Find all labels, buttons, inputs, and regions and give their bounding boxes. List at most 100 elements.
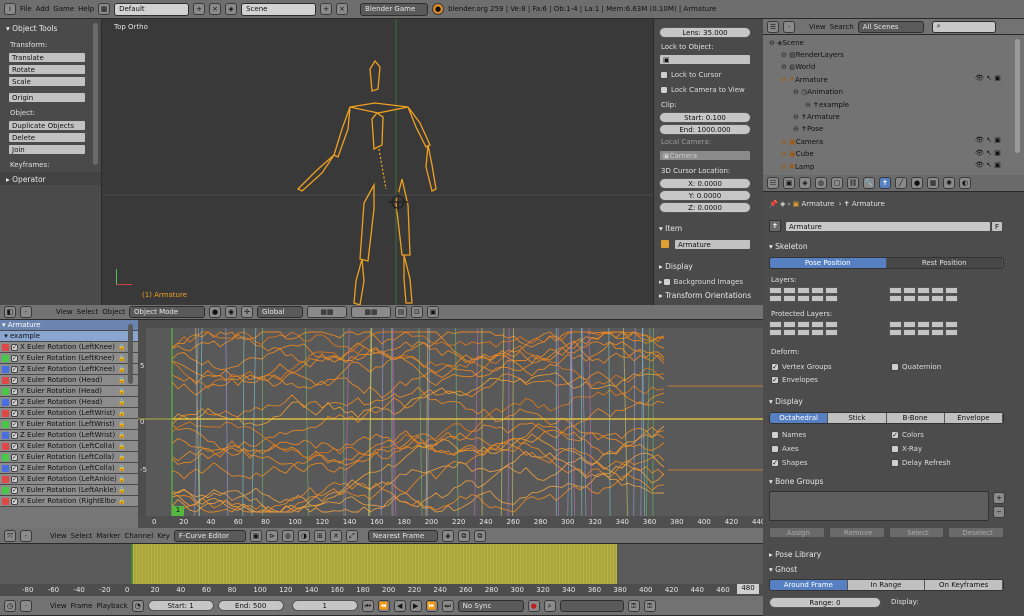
channel-lock-icon[interactable]: 🔒 [118, 366, 125, 373]
channel-visibility-checkbox[interactable]: ✓ [11, 497, 18, 505]
bbone-button[interactable]: B-Bone [886, 413, 945, 423]
scene-tab-icon[interactable]: ◈ [799, 177, 811, 189]
names-checkbox[interactable] [771, 430, 779, 439]
channel-row[interactable]: ✓ Z Euler Rotation (LeftWrist) 🔒 [0, 430, 138, 441]
remove-scene-icon[interactable]: × [336, 3, 349, 15]
transform-orientations-title[interactable]: ▸ Transform Orientations [659, 291, 751, 300]
outliner-item[interactable]: ⊖ ▤ RenderLayers [781, 49, 844, 60]
timeline-area[interactable]: -80 -60 -40 -20 0 20 40 60 80 100 120 140 160 180 200 2… [0, 544, 763, 596]
channel-row[interactable]: ✓ X Euler Rotation (LeftKnee) 🔒 [0, 342, 138, 353]
fake-user-button[interactable]: F [991, 221, 1003, 232]
ghost-icon[interactable]: ◍ [281, 529, 294, 542]
display-panel-title[interactable]: ▾ Display [769, 397, 803, 406]
item-name-field[interactable]: Armature [674, 239, 751, 250]
menu-file[interactable]: File [20, 5, 32, 13]
outliner-item[interactable]: ⊖ ◈ Scene [769, 37, 804, 48]
outliner-editor-icon[interactable]: ☰ [767, 20, 779, 33]
timeline-ruler[interactable]: -80 -60 -40 -20 0 20 40 60 80 100 120 140 160 180 200 2… [0, 584, 763, 596]
channel-lock-icon[interactable]: 🔒 [118, 487, 125, 494]
graph-curve-area[interactable]: 5 0 -5 1 0 20 40 60 80 100 120 140 160 180 200 220 2… [138, 320, 763, 528]
channel-row[interactable]: ✓ X Euler Rotation (LeftAnkle) 🔒 [0, 474, 138, 485]
menu-view[interactable]: View [56, 308, 73, 316]
duplicate-objects-button[interactable]: Duplicate Objects [8, 120, 86, 131]
pivot-select[interactable]: Nearest Frame [367, 529, 438, 542]
channel-lock-icon[interactable]: 🔒 [118, 377, 125, 384]
scale-button[interactable]: Scale [8, 76, 86, 87]
channel-row[interactable]: ✓ Z Euler Rotation (LeftKnee) 🔒 [0, 364, 138, 375]
channel-lock-icon[interactable]: 🔒 [118, 443, 125, 450]
layers-grid-left[interactable] [769, 287, 838, 302]
outliner-menu-view[interactable]: View [809, 23, 826, 31]
play-reverse-icon[interactable]: ◀ [393, 599, 406, 612]
around-frame-button[interactable]: Around Frame [770, 580, 848, 590]
delete-button[interactable]: Delete [8, 132, 86, 143]
restrict-icons[interactable]: 👁 ↖ ▣ [975, 136, 1001, 144]
remove-screen-icon[interactable]: × [209, 3, 222, 15]
vertex-groups-check[interactable]: ✓ Vertex Groups [771, 361, 832, 372]
lock-to-cursor-checkbox[interactable] [660, 70, 668, 79]
delay-refresh-check[interactable]: Delay Refresh [891, 457, 951, 468]
outliner-menu-search[interactable]: Search [830, 23, 854, 31]
channel-visibility-checkbox[interactable]: ✓ [11, 453, 18, 461]
handle-icon[interactable]: ⤢ [345, 529, 358, 542]
channel-visibility-checkbox[interactable]: ✓ [11, 398, 18, 406]
header-dot-icon[interactable]: · [20, 306, 32, 318]
clip-start-field[interactable]: Start: 0.100 [659, 112, 751, 123]
outliner-item[interactable]: ⊖ ✝ example [805, 99, 849, 110]
insert-key-icon[interactable]: ⚿ [627, 599, 640, 612]
cursor-y-field[interactable]: Y: 0.0000 [659, 190, 751, 201]
channel-visibility-checkbox[interactable]: ✓ [11, 475, 18, 483]
cursor-z-field[interactable]: Z: 0.0000 [659, 202, 751, 213]
screen-layout-icon[interactable]: ▦ [98, 3, 111, 15]
next-key-icon[interactable]: ⏩ [425, 599, 438, 612]
channel-visibility-checkbox[interactable]: ✓ [11, 387, 18, 395]
channel-row[interactable]: ✓ X Euler Rotation (LeftColla) 🔒 [0, 441, 138, 452]
texture-tab-icon[interactable]: ▦ [927, 177, 939, 189]
pin-icon[interactable]: 📌 [769, 200, 778, 208]
graph-mode-select[interactable]: F-Curve Editor [173, 529, 246, 542]
shapes-check[interactable]: ✓ Shapes [771, 457, 808, 468]
lock-object-field[interactable]: ▣ [659, 54, 751, 65]
channel-visibility-checkbox[interactable]: ✓ [11, 376, 18, 384]
jump-start-icon[interactable]: ⏮ [361, 599, 374, 612]
add-screen-icon[interactable]: + [193, 3, 206, 15]
channel-visibility-checkbox[interactable]: ✓ [11, 343, 18, 351]
channel-row[interactable]: ✓ Y Euler Rotation (LeftKnee) 🔒 [0, 353, 138, 364]
pose-position-button[interactable]: Pose Position [770, 258, 887, 268]
names-check[interactable]: Names [771, 429, 806, 440]
preview-range-icon[interactable]: ◔ [131, 599, 144, 612]
on-keyframes-button[interactable]: On Keyframes [925, 580, 1003, 590]
timeline-editor-type-icon[interactable]: ◷ [4, 599, 16, 612]
channel-lock-icon[interactable]: 🔒 [118, 355, 125, 362]
end-frame-field[interactable]: End: 500 [217, 600, 284, 611]
outliner-item[interactable]: ⊖ ◷ Animation [793, 87, 843, 98]
channel-armature[interactable]: ▾ Armature [0, 320, 138, 331]
channel-row[interactable]: ✓ Y Euler Rotation (Head) 🔒 [0, 386, 138, 397]
render-icon[interactable]: ▣ [427, 306, 440, 318]
item-panel-title[interactable]: ▾ Item [659, 224, 682, 233]
operator-title[interactable]: ▸ Operator [6, 175, 46, 184]
keying-icon[interactable]: ⌕ [543, 599, 556, 612]
screen-select[interactable]: Default [114, 2, 190, 16]
graph-menu-select[interactable]: Select [71, 532, 93, 540]
layer-grid-icon-2[interactable]: ▦▦ [351, 306, 392, 318]
ghost-panel-title[interactable]: ▾ Ghost [769, 565, 797, 574]
modifier-tab-icon[interactable]: 🔧 [863, 177, 875, 189]
pivot-icon[interactable]: ◉ [225, 306, 238, 318]
material-tab-icon[interactable]: ● [911, 177, 923, 189]
outliner-item[interactable]: ⊖ ◍ World [781, 62, 815, 73]
channel-visibility-checkbox[interactable]: ✓ [11, 409, 18, 417]
restrict-icons[interactable]: 👁 ↖ ▣ [975, 161, 1001, 169]
delay-refresh-checkbox[interactable] [891, 458, 899, 467]
record-icon[interactable]: ● [527, 599, 540, 612]
channel-lock-icon[interactable]: 🔒 [118, 454, 125, 461]
channel-visibility-checkbox[interactable]: ✓ [11, 431, 18, 439]
scene-select[interactable]: Scene [241, 2, 317, 16]
origin-button[interactable]: Origin [8, 92, 86, 103]
channel-row[interactable]: ✓ Z Euler Rotation (Head) 🔒 [0, 397, 138, 408]
channel-visibility-checkbox[interactable]: ✓ [11, 464, 18, 472]
particles-tab-icon[interactable]: ✺ [943, 177, 955, 189]
bone-tab-icon[interactable]: ╱ [895, 177, 907, 189]
rest-position-button[interactable]: Rest Position [886, 258, 1003, 268]
graph-menu-marker[interactable]: Marker [96, 532, 120, 540]
